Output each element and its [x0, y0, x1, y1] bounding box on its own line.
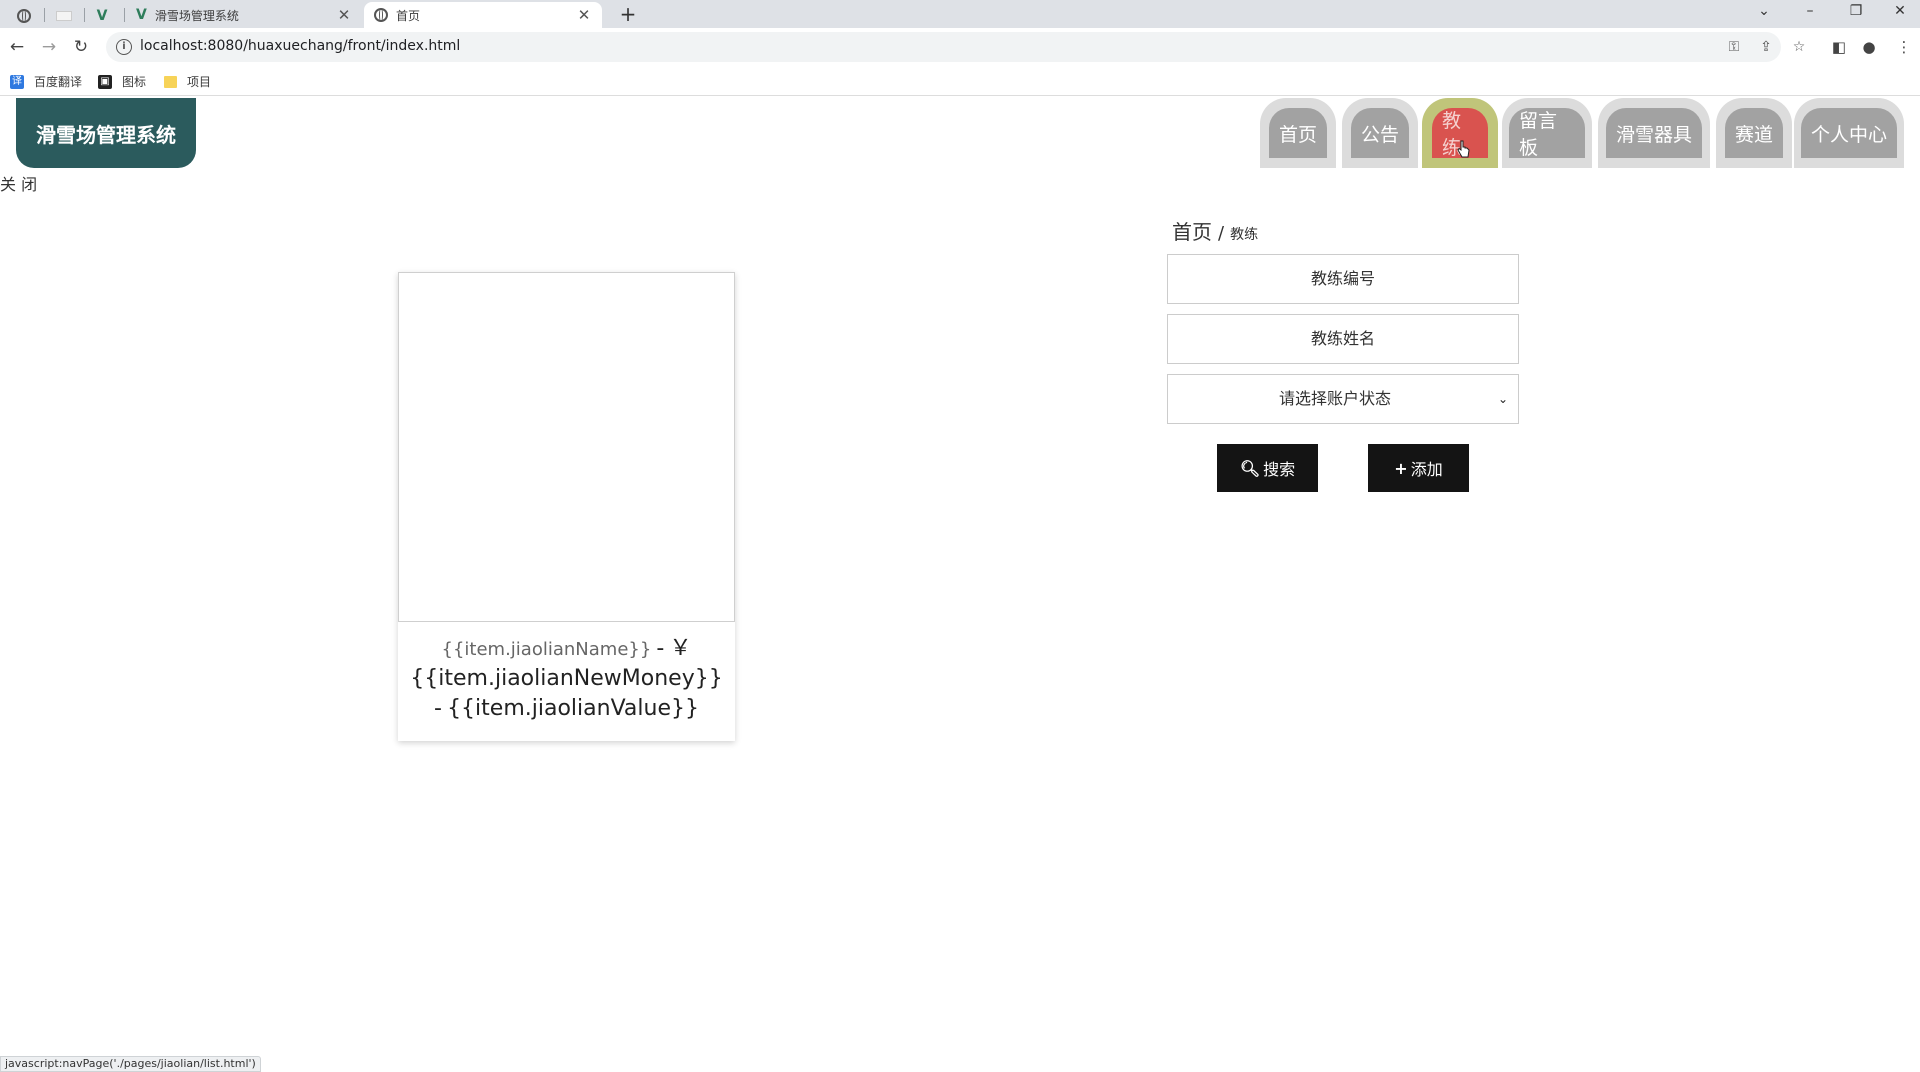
search-button-label: 搜索 [1263, 460, 1296, 479]
site-logo[interactable]: 滑雪场管理系统 [16, 98, 196, 168]
browser-tab-ski-system[interactable]: V 滑雪场管理系统 ✕ [126, 2, 362, 28]
tab-title: 滑雪场管理系统 [154, 8, 239, 23]
tab-title: 首页 [396, 8, 421, 23]
bookmark-baidu-translate[interactable]: 译 百度翻译 [10, 73, 82, 90]
breadcrumb-separator: / [1218, 223, 1225, 244]
url-text[interactable]: localhost:8080/huaxuechang/front/index.h… [140, 38, 460, 54]
new-tab-button[interactable]: + [616, 2, 640, 26]
forward-icon[interactable]: → [38, 36, 60, 58]
vue-logo-icon: V [96, 8, 108, 24]
nav-item-message-board[interactable]: 留言板 [1502, 98, 1592, 168]
close-icon[interactable]: ✕ [336, 6, 352, 24]
breadcrumb-home[interactable]: 首页 [1172, 216, 1212, 245]
nav-item-label: 首页 [1269, 108, 1327, 158]
vue-logo-icon: V [136, 7, 147, 23]
blank-page-icon [56, 11, 72, 21]
back-icon[interactable]: ← [6, 36, 28, 58]
bookmark-label: 百度翻译 [34, 75, 83, 89]
bookmark-star-icon[interactable]: ☆ [1790, 39, 1808, 55]
coach-value-template: {{item.jiaolianValue}} [447, 696, 699, 721]
coach-name-input[interactable]: 教练姓名 [1167, 314, 1519, 364]
pinned-tab-3[interactable]: V [82, 4, 122, 28]
restore-icon[interactable]: ❐ [1834, 0, 1878, 24]
reload-icon[interactable]: ↻ [70, 36, 92, 58]
globe-icon [374, 8, 388, 22]
add-button-label: 添加 [1410, 460, 1443, 479]
coach-card[interactable]: {{item.jiaolianName}} - ￥ {{item.jiaolia… [398, 272, 735, 741]
menu-icon[interactable]: ⋮ [1893, 36, 1915, 58]
bookmark-icons[interactable]: ▣ 图标 [98, 73, 146, 90]
pinned-tab-1[interactable] [4, 4, 44, 28]
nav-item-label: 公告 [1351, 108, 1409, 158]
nav-item-home[interactable]: 首页 [1260, 98, 1336, 168]
bookmark-folder-project[interactable]: 项目 [164, 73, 211, 90]
currency-symbol: ￥ [669, 636, 692, 661]
coach-money-template: {{item.jiaolianNewMoney}} [410, 666, 723, 691]
chevron-down-icon: ⌄ [1497, 392, 1508, 406]
select-value: 请选择账户状态 [1278, 389, 1391, 408]
address-bar[interactable]: i localhost:8080/huaxuechang/front/index… [106, 32, 1781, 62]
nav-item-label: 个人中心 [1801, 108, 1897, 158]
share-icon[interactable]: ⇪ [1757, 39, 1775, 55]
breadcrumb: 首页 / 教练 [1172, 216, 1258, 245]
browser-tab-bar: V V 滑雪场管理系统 ✕ 首页 ✕ + ⌄ – ❐ ✕ [0, 0, 1920, 28]
folder-icon [164, 75, 177, 88]
caption-dash: - [656, 636, 665, 661]
account-status-select[interactable]: 请选择账户状态 ⌄ [1167, 374, 1519, 424]
globe-icon [17, 9, 31, 23]
nav-item-personal-center[interactable]: 个人中心 [1794, 98, 1904, 168]
coach-image[interactable] [398, 272, 735, 622]
hand-cursor-icon [1457, 140, 1470, 158]
caption-dash: - [434, 696, 442, 721]
bookmark-label: 项目 [187, 75, 212, 89]
nav-item-track[interactable]: 赛道 [1716, 98, 1792, 168]
tab-separator [124, 8, 125, 22]
breadcrumb-current: 教练 [1230, 227, 1259, 243]
plus-icon: + [1394, 458, 1408, 478]
browser-status-url: javascript:navPage('./pages/jiaolian/lis… [0, 1056, 261, 1072]
nav-item-label: 滑雪器具 [1606, 108, 1702, 158]
nav-item-label: 赛道 [1725, 108, 1783, 158]
add-button[interactable]: + 添加 [1368, 444, 1469, 492]
nav-item-label: 留言板 [1509, 108, 1585, 159]
address-toolbar: ← → ↻ i localhost:8080/huaxuechang/front… [0, 28, 1920, 66]
search-button[interactable]: 🔍︎ 搜索 [1217, 444, 1318, 492]
nav-item-notice[interactable]: 公告 [1342, 98, 1418, 168]
key-icon[interactable]: ⚿ [1725, 39, 1743, 55]
tab-search-icon[interactable]: ⌄ [1742, 0, 1786, 24]
nav-item-ski-equipment[interactable]: 滑雪器具 [1598, 98, 1710, 168]
close-link[interactable]: 关 闭 [0, 171, 37, 195]
window-close-icon[interactable]: ✕ [1878, 0, 1920, 24]
site-info-icon[interactable]: i [116, 39, 132, 55]
coach-name-template: {{item.jiaolianName}} [441, 639, 652, 660]
bookmark-dark-icon: ▣ [98, 74, 112, 89]
side-panel-icon[interactable]: ◧ [1828, 36, 1850, 58]
coach-card-caption: {{item.jiaolianName}} - ￥ {{item.jiaolia… [398, 634, 735, 724]
coach-code-input[interactable]: 教练编号 [1167, 254, 1519, 304]
search-icon: 🔍︎ [1239, 458, 1261, 478]
bookmarks-bar: 译 百度翻译 ▣ 图标 项目 [0, 66, 1920, 96]
pinned-tab-2[interactable] [44, 4, 84, 28]
bookmark-label: 图标 [122, 75, 147, 89]
browser-tab-home[interactable]: 首页 ✕ [364, 2, 602, 28]
profile-icon[interactable]: ● [1858, 36, 1880, 58]
baidu-translate-icon: 译 [10, 74, 24, 89]
close-icon[interactable]: ✕ [576, 6, 592, 24]
minimize-icon[interactable]: – [1788, 0, 1832, 24]
